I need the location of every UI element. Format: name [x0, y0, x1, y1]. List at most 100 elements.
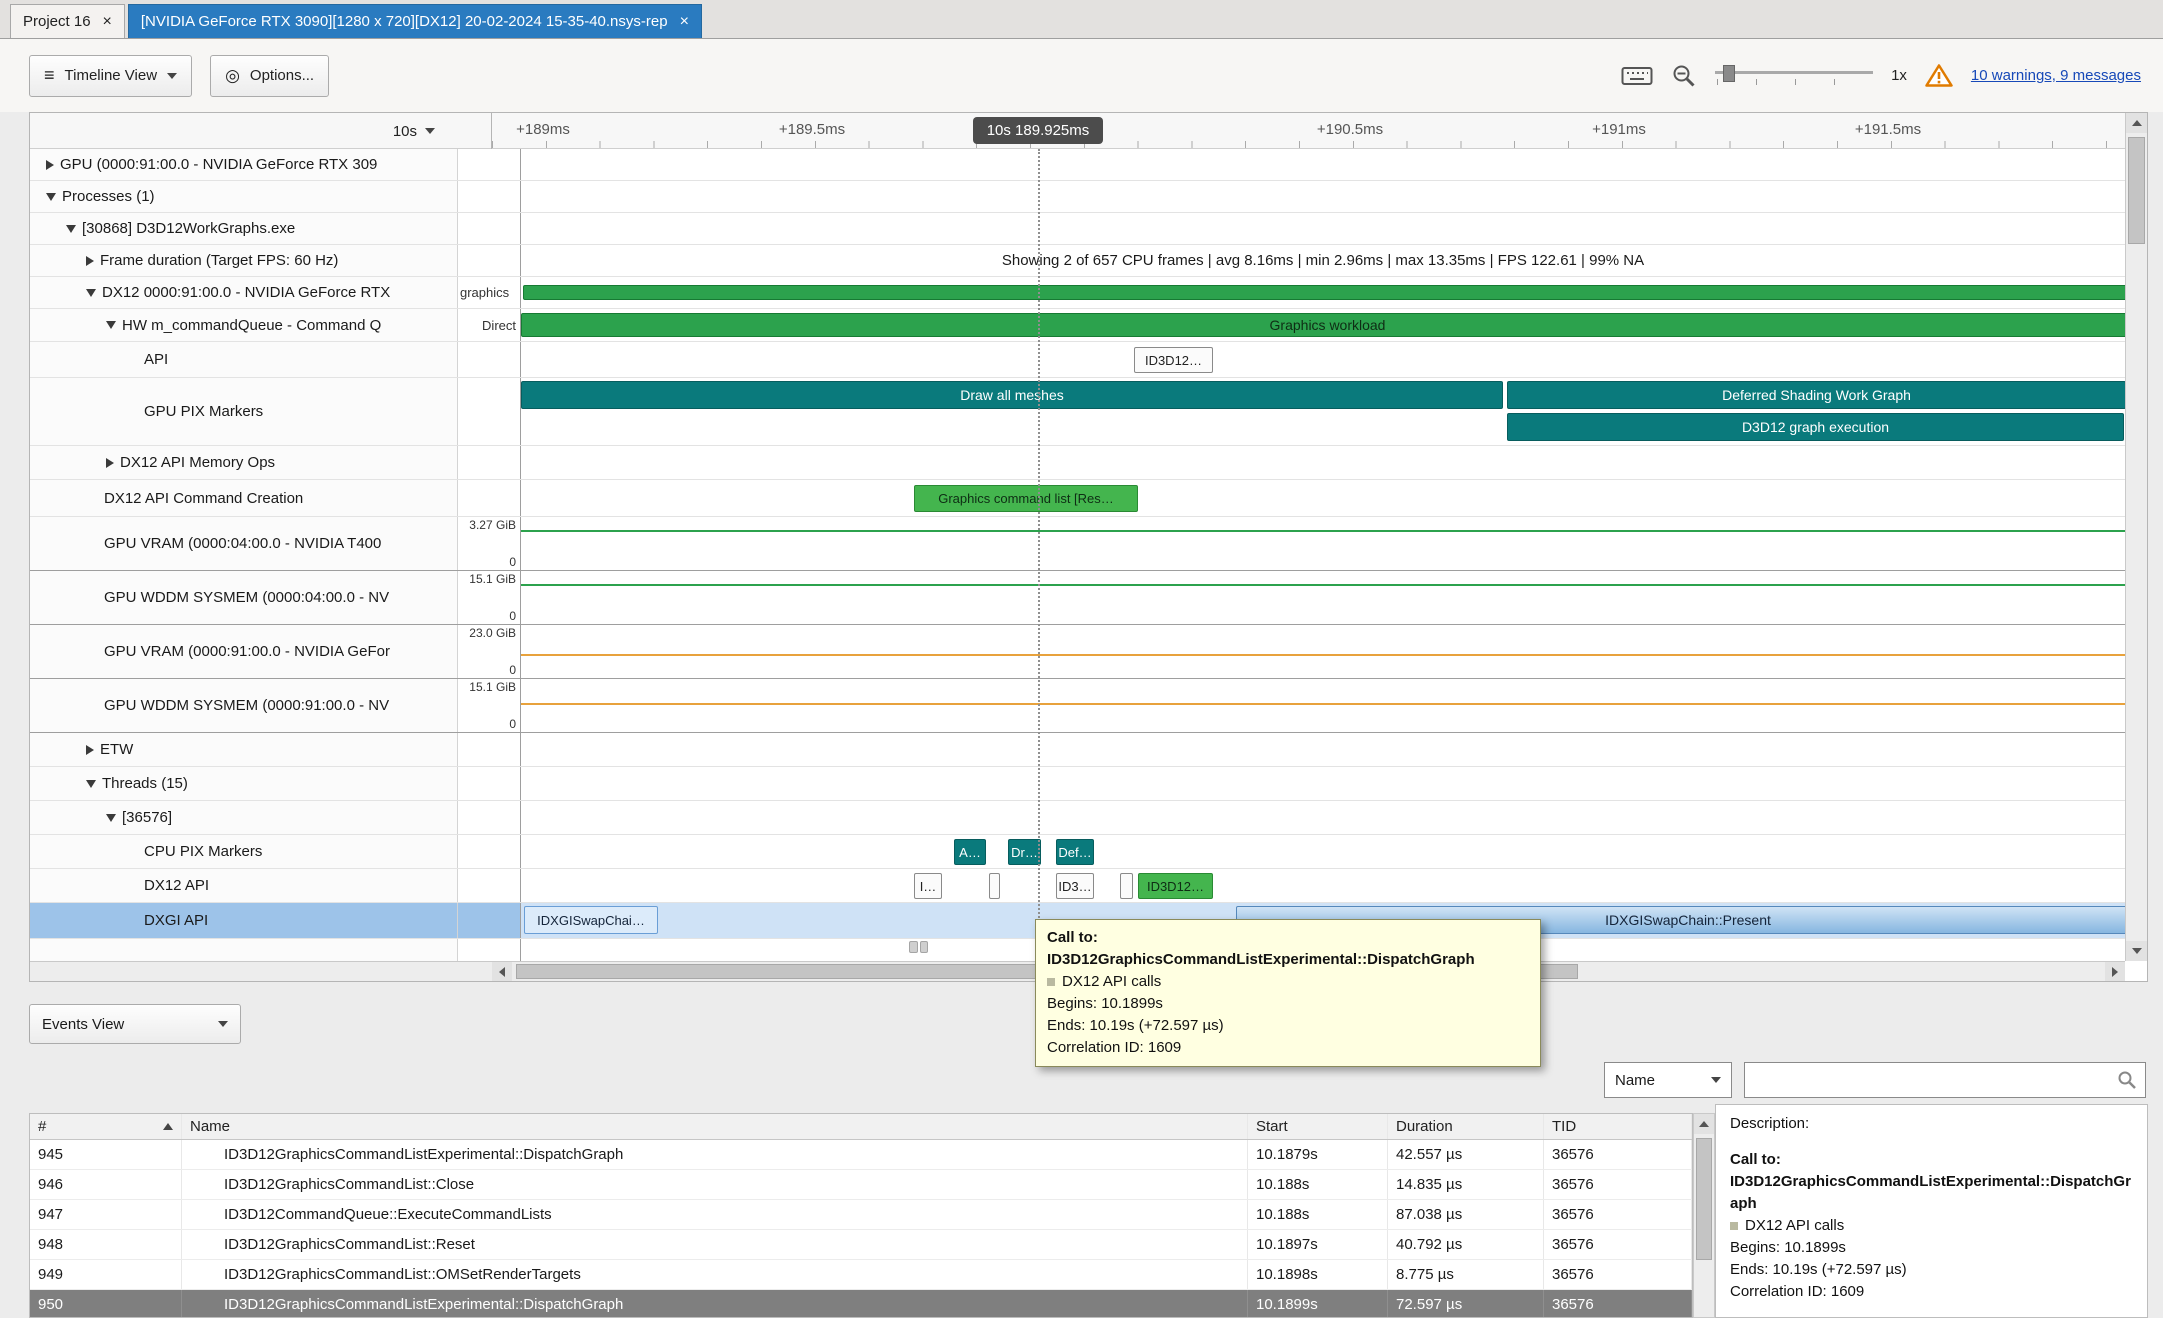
tree-row-gpu-pix-markers[interactable]: GPU PIX Markers Draw all meshes Deferred… [30, 378, 2125, 446]
tree-cell[interactable]: DX12 API Memory Ops [30, 446, 458, 479]
scroll-down-button[interactable] [2126, 941, 2147, 961]
event-row[interactable]: 949 ID3D12GraphicsCommandList::OMSetRend… [30, 1260, 1692, 1290]
v-scrollbar[interactable] [2125, 113, 2147, 961]
bar-command-list[interactable]: Graphics command list [Res… [914, 485, 1138, 512]
track-vram-t400[interactable] [521, 517, 2125, 570]
track-dx12-device[interactable] [521, 277, 2125, 308]
zoom-slider[interactable] [1715, 63, 1873, 89]
tree-row-process[interactable]: [30868] D3D12WorkGraphs.exe [30, 213, 2125, 245]
slider-track[interactable] [1715, 71, 1873, 74]
tree-cell[interactable]: [30868] D3D12WorkGraphs.exe [30, 213, 458, 244]
event-row[interactable]: 945 ID3D12GraphicsCommandListExperimenta… [30, 1140, 1692, 1170]
bar-graphics-workload[interactable]: Graphics workload [521, 313, 2125, 337]
events-view-selector[interactable]: Events View [29, 1004, 241, 1044]
keyboard-icon[interactable] [1621, 64, 1653, 88]
tree-cell[interactable]: Processes (1) [30, 181, 458, 212]
expand-icon[interactable] [86, 256, 94, 266]
search-input[interactable] [1745, 1072, 2117, 1089]
tree-row-vram-3090[interactable]: GPU VRAM (0000:91:00.0 - NVIDIA GeFor 23… [30, 625, 2125, 679]
tree-cell[interactable]: GPU (0000:91:00.0 - NVIDIA GeForce RTX 3… [30, 149, 458, 180]
track-sysmem-91[interactable] [521, 679, 2125, 732]
scroll-thumb[interactable] [2128, 137, 2145, 244]
tree-cell[interactable]: API [30, 342, 458, 377]
tree-cell[interactable]: DX12 0000:91:00.0 - NVIDIA GeForce RTX [30, 277, 458, 308]
search-icon[interactable] [2117, 1070, 2137, 1090]
tree-row-processes[interactable]: Processes (1) [30, 181, 2125, 213]
track-thread[interactable] [521, 801, 2125, 834]
bar-api-call[interactable]: ID3D12… [1134, 347, 1213, 373]
warnings-link[interactable]: 10 warnings, 9 messages [1971, 67, 2141, 84]
tree-cell[interactable]: GPU WDDM SYSMEM (0000:91:00.0 - NV [30, 679, 458, 732]
scroll-thumb[interactable] [1696, 1138, 1712, 1260]
scroll-up-button[interactable] [1694, 1114, 1714, 1134]
collapse-icon[interactable] [86, 289, 96, 297]
column-header-start[interactable]: Start [1248, 1114, 1388, 1139]
close-icon[interactable]: × [680, 14, 689, 30]
column-header-tid[interactable]: TID [1544, 1114, 1692, 1139]
tree-cell[interactable] [30, 939, 458, 961]
options-button[interactable]: ◎ Options... [210, 55, 329, 97]
zoom-out-icon[interactable] [1671, 63, 1697, 89]
events-scrollbar[interactable] [1693, 1113, 1715, 1318]
tree-cell[interactable]: DXGI API [30, 903, 458, 938]
track-etw[interactable] [521, 733, 2125, 766]
tree-row-dx12-device[interactable]: DX12 0000:91:00.0 - NVIDIA GeForce RTX g… [30, 277, 2125, 309]
timeline-cursor[interactable] [1038, 149, 1040, 961]
bar-deferred-shading[interactable]: Deferred Shading Work Graph [1507, 381, 2125, 409]
expand-icon[interactable] [46, 160, 54, 170]
collapse-icon[interactable] [106, 814, 116, 822]
bar-dx12-call-1[interactable]: I… [914, 873, 942, 899]
track-dx12-api[interactable]: I… ID3… ID3D12… [521, 869, 2125, 902]
tree-cell[interactable]: GPU VRAM (0000:04:00.0 - NVIDIA T400 [30, 517, 458, 570]
bar-graphics[interactable] [523, 285, 2125, 300]
tree-row-thread[interactable]: [36576] [30, 801, 2125, 835]
tab-project[interactable]: Project 16 × [10, 4, 125, 38]
track-memory-ops[interactable] [521, 446, 2125, 479]
tree-row-hw-queue[interactable]: HW m_commandQueue - Command Q Direct Gra… [30, 309, 2125, 342]
tree-row-cpu-pix[interactable]: CPU PIX Markers A… Dr… Def… [30, 835, 2125, 869]
track-frame-duration[interactable]: Showing 2 of 657 CPU frames | avg 8.16ms… [521, 245, 2125, 276]
collapse-icon[interactable] [106, 321, 116, 329]
bar-dx12-call-small[interactable] [1120, 873, 1133, 899]
collapse-icon[interactable] [46, 193, 56, 201]
bar-graph-execution[interactable]: D3D12 graph execution [1507, 413, 2124, 441]
close-icon[interactable]: × [103, 14, 112, 30]
filter-field-selector[interactable]: Name [1604, 1062, 1732, 1098]
tree-row-frame-duration[interactable]: Frame duration (Target FPS: 60 Hz) Showi… [30, 245, 2125, 277]
tree-row-gpu[interactable]: GPU (0000:91:00.0 - NVIDIA GeForce RTX 3… [30, 149, 2125, 181]
tree-cell[interactable]: Frame duration (Target FPS: 60 Hz) [30, 245, 458, 276]
tree-row-command-creation[interactable]: DX12 API Command Creation Graphics comma… [30, 480, 2125, 517]
track-process[interactable] [521, 213, 2125, 244]
track-threads[interactable] [521, 767, 2125, 800]
event-row[interactable]: 947 ID3D12CommandQueue::ExecuteCommandLi… [30, 1200, 1692, 1230]
bar-tiny-event[interactable] [909, 941, 918, 953]
column-header-name[interactable]: Name [182, 1114, 1248, 1139]
tree-cell[interactable]: Threads (15) [30, 767, 458, 800]
event-row[interactable]: 946 ID3D12GraphicsCommandList::Close 10.… [30, 1170, 1692, 1200]
bar-dx12-call-2[interactable]: ID3… [1056, 873, 1094, 899]
tree-row-memory-ops[interactable]: DX12 API Memory Ops [30, 446, 2125, 480]
event-search-box[interactable] [1744, 1062, 2146, 1098]
bar-tiny-event[interactable] [920, 941, 928, 953]
track-vram-3090[interactable] [521, 625, 2125, 678]
bar-dxgi-swapchain[interactable]: IDXGISwapChai… [524, 906, 658, 934]
bar-dx12-call-small[interactable] [989, 873, 1000, 899]
tree-cell[interactable]: GPU PIX Markers [30, 378, 458, 445]
track-gpu-pix[interactable]: Draw all meshes Deferred Shading Work Gr… [521, 378, 2125, 445]
tree-cell[interactable]: GPU WDDM SYSMEM (0000:04:00.0 - NV [30, 571, 458, 624]
time-origin-selector[interactable]: 10s [30, 113, 492, 149]
scroll-left-button[interactable] [492, 962, 512, 981]
timeline-ruler[interactable]: 10s +189ms +189.5ms +190.5ms +191ms +191… [30, 113, 2147, 149]
track-gpu[interactable] [521, 149, 2125, 180]
collapse-icon[interactable] [66, 225, 76, 233]
bar-cpu-pix-def[interactable]: Def… [1056, 839, 1094, 865]
event-row[interactable]: 948 ID3D12GraphicsCommandList::Reset 10.… [30, 1230, 1692, 1260]
column-header-num[interactable]: # [30, 1114, 182, 1139]
tree-row-dx12-api[interactable]: DX12 API I… ID3… ID3D12… [30, 869, 2125, 903]
tree-cell[interactable]: DX12 API [30, 869, 458, 902]
tree-row-sysmem-91[interactable]: GPU WDDM SYSMEM (0000:91:00.0 - NV 15.1 … [30, 679, 2125, 733]
track-cpu-pix[interactable]: A… Dr… Def… [521, 835, 2125, 868]
track-sysmem-04[interactable] [521, 571, 2125, 624]
scroll-right-button[interactable] [2105, 962, 2125, 981]
tree-cell[interactable]: CPU PIX Markers [30, 835, 458, 868]
